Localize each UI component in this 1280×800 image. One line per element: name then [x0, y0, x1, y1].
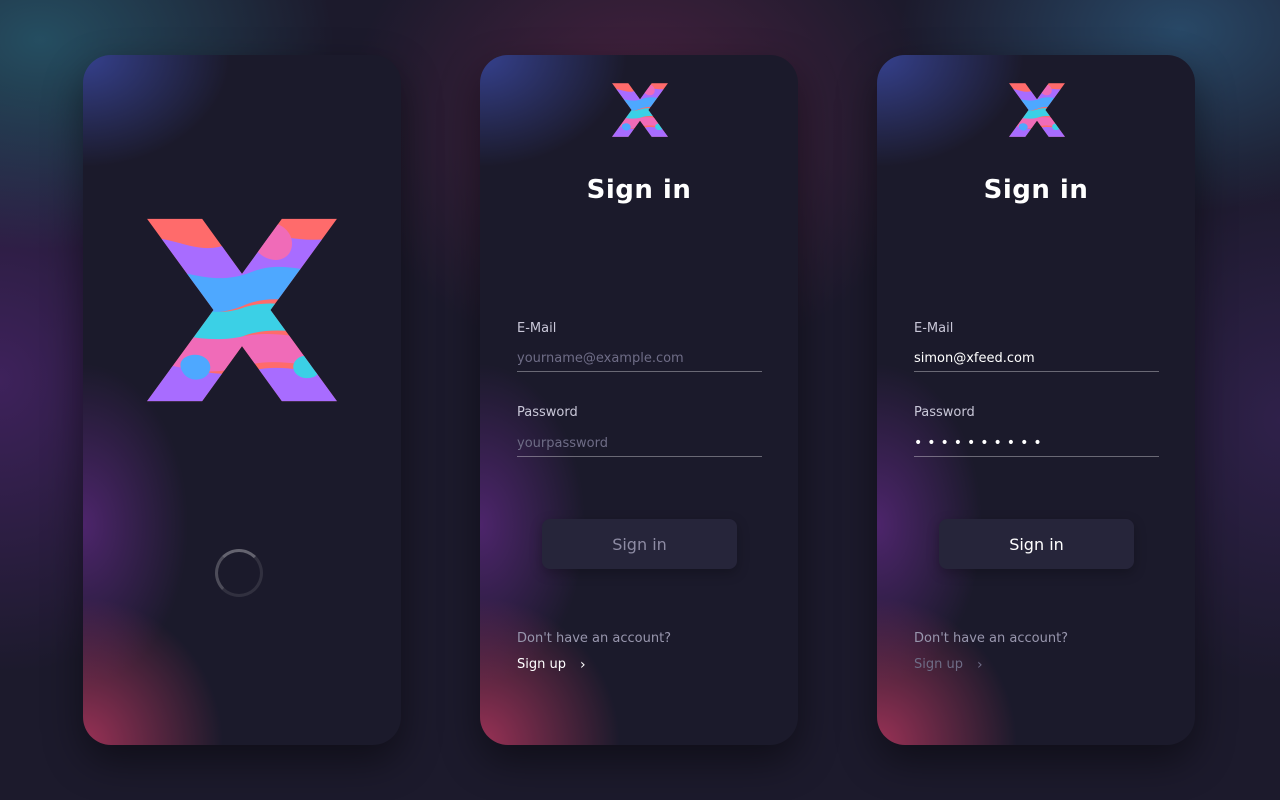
- email-input[interactable]: [517, 345, 762, 372]
- loading-spinner-icon: [215, 549, 263, 597]
- page-title: Sign in: [983, 175, 1089, 205]
- password-label: Password: [517, 405, 578, 420]
- page-title: Sign in: [586, 175, 692, 205]
- x-logo-icon: [612, 81, 668, 139]
- chevron-right-icon: ›: [579, 656, 586, 673]
- sign-up-link[interactable]: Sign up ›: [914, 657, 983, 672]
- x-logo-icon: [1009, 81, 1065, 139]
- email-label: E-Mail: [914, 321, 954, 336]
- password-input[interactable]: [517, 430, 762, 457]
- password-input[interactable]: [914, 430, 1159, 457]
- sign-in-screen-empty: Sign in E-Mail Password Sign in Don't ha…: [480, 55, 798, 745]
- password-label: Password: [914, 405, 975, 420]
- sign-up-link[interactable]: Sign up ›: [517, 657, 586, 672]
- no-account-text: Don't have an account?: [914, 631, 1069, 646]
- sign-in-button[interactable]: Sign in: [939, 519, 1134, 569]
- x-logo-icon: [145, 215, 339, 405]
- email-label: E-Mail: [517, 321, 557, 336]
- sign-up-label: Sign up: [517, 657, 566, 672]
- sign-in-button[interactable]: Sign in: [542, 519, 737, 569]
- chevron-right-icon: ›: [976, 656, 983, 673]
- no-account-text: Don't have an account?: [517, 631, 672, 646]
- sign-up-label: Sign up: [914, 657, 963, 672]
- sign-in-screen-filled: Sign in E-Mail Password Sign in Don't ha…: [877, 55, 1195, 745]
- email-input[interactable]: [914, 345, 1159, 372]
- splash-screen: [83, 55, 401, 745]
